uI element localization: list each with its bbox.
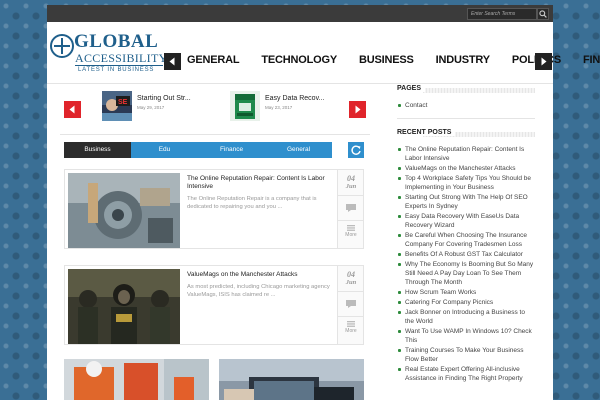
post-thumbnail[interactable] (68, 269, 180, 344)
slider-item-title[interactable]: Easy Data Recov... (265, 95, 324, 102)
post-card: The Online Reputation Repair: Content Is… (64, 169, 364, 249)
pages-widget-title: PAGES (397, 85, 535, 97)
nav-item-business[interactable]: BUSINESS (359, 52, 414, 68)
search-icon (539, 10, 547, 18)
pages-list: Contact (397, 101, 535, 110)
recent-post-link[interactable]: Starting Out Strong With The Help Of SEO… (397, 193, 535, 211)
grid-thumbnail[interactable] (219, 359, 364, 400)
recent-post-link[interactable]: Want To Use WAMP In Windows 10? Check Th… (397, 327, 535, 345)
post-more-link[interactable]: More (338, 232, 364, 238)
post-grid (64, 359, 364, 400)
recent-post-link[interactable]: Top 4 Workplace Safety Tips You Should b… (397, 174, 535, 192)
post-day: 04 (347, 270, 355, 279)
tab-finance[interactable]: Finance (198, 142, 265, 158)
post-month: Jun (345, 183, 357, 190)
search-button[interactable] (537, 8, 549, 20)
post-card: ValueMags on the Manchester Attacks As m… (64, 265, 364, 345)
slider-thumbnail (230, 91, 260, 121)
recent-post-link[interactable]: Catering For Company Picnics (397, 298, 535, 307)
more-icon[interactable] (347, 225, 355, 231)
recent-post-link[interactable]: Easy Data Recovery With EaseUs Data Reco… (397, 212, 535, 230)
slider-thumbnail: SE (102, 91, 132, 121)
globe-icon (50, 34, 74, 58)
post-day: 04 (347, 174, 355, 183)
post-excerpt: The Online Reputation Repair is a compan… (187, 196, 317, 210)
arrow-right-icon (355, 105, 361, 114)
recent-post-link[interactable]: Benefits Of A Robust GST Tax Calculator (397, 250, 535, 259)
site-logo[interactable]: GLOBAL ACCESSIBILITY LATEST IN BUSINESS (48, 31, 167, 77)
tab-edu[interactable]: Edu (131, 142, 198, 158)
page-link-contact[interactable]: Contact (397, 101, 535, 110)
recent-post-link[interactable]: How Scrum Team Works (397, 288, 535, 297)
post-title[interactable]: ValueMags on the Manchester Attacks (187, 271, 337, 279)
page-container: Enter Search Terms GLOBAL ACCESSIBILITY … (47, 5, 600, 400)
tab-business[interactable]: Business (64, 142, 131, 158)
refresh-button[interactable] (348, 142, 364, 158)
featured-slider: SE Starting Out Str... May 29, 2017 Easy… (60, 85, 370, 135)
recent-post-link[interactable]: Be Careful When Choosing The Insurance C… (397, 231, 535, 249)
recent-post-link[interactable]: Training Courses To Make Your Business F… (397, 346, 535, 364)
slider-item-title[interactable]: Starting Out Str... (137, 95, 191, 102)
recent-post-link[interactable]: Jack Bonner on Introducing a Business to… (397, 308, 535, 326)
slider-prev-button[interactable] (64, 101, 81, 118)
nav-item-technology[interactable]: TECHNOLOGY (261, 52, 337, 68)
recent-posts-title: RECENT POSTS (397, 129, 535, 141)
refresh-icon (351, 145, 361, 155)
logo-title: GLOBAL (74, 31, 159, 52)
slider-item-date: May 29, 2017 (137, 105, 165, 110)
main-content: SE Starting Out Str... May 29, 2017 Easy… (60, 85, 370, 400)
arrow-left-icon (169, 57, 175, 66)
nav-item-industry[interactable]: INDUSTRY (436, 52, 490, 68)
arrow-left-icon (69, 105, 75, 114)
category-tabs: Business Edu Finance General (64, 142, 332, 158)
comment-icon[interactable] (346, 300, 356, 308)
comment-icon[interactable] (346, 204, 356, 212)
nav-item-fin[interactable]: FIN (583, 52, 600, 68)
recent-post-link[interactable]: Real Estate Expert Offering All-inclusiv… (397, 365, 535, 383)
slider-item[interactable]: SE Starting Out Str... May 29, 2017 (102, 91, 202, 127)
logo-divider (75, 65, 163, 66)
post-title[interactable]: The Online Reputation Repair: Content Is… (187, 175, 337, 191)
post-meta: 04 Jun More (337, 170, 364, 248)
nav-item-general[interactable]: GENERAL (187, 52, 240, 68)
recent-posts-list: The Online Reputation Repair: Content Is… (397, 145, 535, 383)
recent-post-link[interactable]: The Online Reputation Repair: Content Is… (397, 145, 535, 163)
tab-general[interactable]: General (265, 142, 332, 158)
arrow-right-icon (541, 57, 547, 66)
recent-post-link[interactable]: ValueMags on the Manchester Attacks (397, 164, 535, 173)
slider-next-button[interactable] (349, 101, 366, 118)
slider-item[interactable]: Easy Data Recov... May 23, 2017 (230, 91, 330, 127)
post-month: Jun (345, 279, 357, 286)
more-icon[interactable] (347, 321, 355, 327)
site-header: GLOBAL ACCESSIBILITY LATEST IN BUSINESS … (47, 22, 600, 84)
svg-text:SE: SE (118, 99, 128, 106)
post-excerpt: As most predicted, including Chicago mar… (187, 284, 330, 298)
slider-item-date: May 23, 2017 (265, 105, 293, 110)
top-bar: Enter Search Terms (47, 5, 553, 22)
logo-subtitle: ACCESSIBILITY (75, 51, 168, 65)
post-thumbnail[interactable] (68, 173, 180, 248)
logo-tagline: LATEST IN BUSINESS (78, 67, 155, 73)
post-meta: 04 Jun More (337, 266, 364, 344)
search-input[interactable]: Enter Search Terms (467, 8, 537, 20)
sidebar: PAGES Contact RECENT POSTS The Online Re… (397, 85, 535, 384)
recent-post-link[interactable]: Why The Economy Is Booming But So Many S… (397, 260, 535, 287)
grid-thumbnail[interactable] (64, 359, 209, 400)
post-more-link[interactable]: More (338, 328, 364, 334)
nav-prev-button[interactable] (164, 53, 181, 70)
nav-next-button[interactable] (535, 53, 552, 70)
